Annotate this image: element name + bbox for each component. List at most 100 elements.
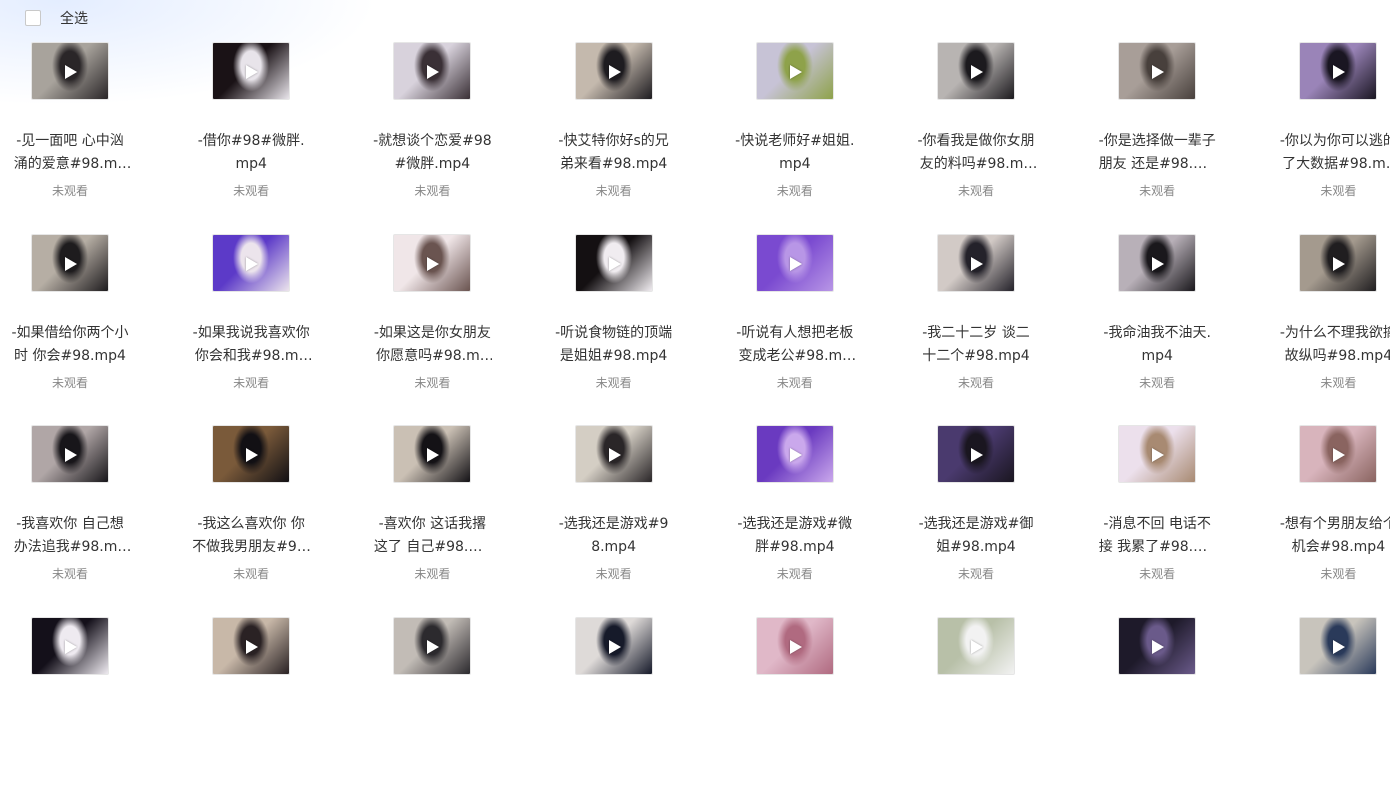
- video-file-item[interactable]: -为什么不理我欲擒故纵吗#98.mp4 未观看: [1268, 233, 1390, 404]
- video-file-name[interactable]: -我这么喜欢你 你不做我男朋友#98.mp4: [191, 513, 311, 559]
- video-file-name[interactable]: -我二十二岁 谈二十二个#98.mp4: [916, 322, 1036, 368]
- video-file-item[interactable]: -你看我是做你女朋友的料吗#98.mp4 未观看: [906, 42, 1046, 212]
- video-thumbnail[interactable]: [212, 425, 291, 483]
- play-icon[interactable]: [427, 256, 440, 271]
- select-all-checkbox[interactable]: [25, 10, 41, 26]
- video-file-item[interactable]: -我二十二岁 谈二十二个#98.mp4 未观看: [906, 233, 1046, 404]
- video-file-name[interactable]: -借你#98#微胖.mp4: [191, 130, 311, 176]
- video-thumbnail[interactable]: [1299, 425, 1378, 483]
- video-file-name[interactable]: -快艾特你好s的兄弟来看#98.mp4: [554, 130, 674, 176]
- video-thumbnail[interactable]: [574, 425, 653, 483]
- video-file-item[interactable]: -喜欢你 这话我撂这了 自己#98.mp4 未观看: [362, 425, 502, 595]
- play-icon[interactable]: [246, 448, 259, 462]
- video-file-item[interactable]: -见一面吧 心中汹涌的爱意#98.mp4 未观看: [0, 42, 140, 212]
- video-file-name[interactable]: -我喜欢你 自己想办法追我#98.mp4: [10, 513, 130, 559]
- video-thumbnail[interactable]: [937, 425, 1015, 483]
- play-icon[interactable]: [608, 256, 621, 271]
- play-icon[interactable]: [246, 65, 259, 79]
- video-file-name[interactable]: -你是选择做一辈子朋友 还是#98.mp4: [1097, 130, 1217, 176]
- video-file-name[interactable]: -消息不回 电话不接 我累了#98.mp4: [1097, 513, 1217, 559]
- video-thumbnail[interactable]: [212, 42, 291, 100]
- video-file-item[interactable]: -如果这是你女朋友你愿意吗#98.mp4 未观看: [362, 233, 502, 404]
- video-thumbnail[interactable]: [31, 425, 109, 483]
- play-icon[interactable]: [789, 65, 802, 79]
- video-file-name[interactable]: -快说老师好#姐姐.mp4: [735, 130, 855, 176]
- video-thumbnail[interactable]: [937, 233, 1015, 292]
- video-thumbnail[interactable]: [755, 425, 834, 483]
- play-icon[interactable]: [971, 65, 983, 79]
- video-file-item[interactable]: [544, 616, 684, 787]
- video-file-item[interactable]: [1087, 616, 1227, 787]
- video-thumbnail[interactable]: [937, 616, 1015, 675]
- video-thumbnail[interactable]: [1118, 616, 1197, 675]
- video-thumbnail[interactable]: [1118, 425, 1197, 483]
- video-thumbnail[interactable]: [1299, 42, 1378, 100]
- video-file-name[interactable]: -选我还是游戏#微胖#98.mp4: [735, 513, 855, 559]
- play-icon[interactable]: [1152, 65, 1165, 79]
- video-file-item[interactable]: -就想谈个恋爱#98#微胖.mp4 未观看: [362, 42, 502, 212]
- play-icon[interactable]: [608, 65, 621, 79]
- video-file-name[interactable]: -如果借给你两个小时 你会#98.mp4: [10, 322, 130, 368]
- video-file-item[interactable]: -如果我说我喜欢你 你会和我#98.mp4 未观看: [181, 233, 321, 404]
- video-file-name[interactable]: -如果这是你女朋友你愿意吗#98.mp4: [372, 322, 492, 368]
- play-icon[interactable]: [1152, 639, 1165, 654]
- video-file-name[interactable]: -见一面吧 心中汹涌的爱意#98.mp4: [10, 130, 130, 176]
- video-file-item[interactable]: -听说食物链的顶端是姐姐#98.mp4 未观看: [544, 233, 684, 404]
- play-icon[interactable]: [608, 448, 621, 462]
- play-icon[interactable]: [1333, 256, 1346, 271]
- play-icon[interactable]: [427, 448, 440, 462]
- video-file-name[interactable]: -选我还是游戏#御姐#98.mp4: [916, 513, 1036, 559]
- video-thumbnail[interactable]: [937, 42, 1015, 100]
- video-file-item[interactable]: -快说老师好#姐姐.mp4 未观看: [725, 42, 865, 212]
- video-thumbnail[interactable]: [1299, 233, 1378, 292]
- play-icon[interactable]: [971, 639, 983, 654]
- video-file-item[interactable]: -快艾特你好s的兄弟来看#98.mp4 未观看: [544, 42, 684, 212]
- video-file-name[interactable]: -想有个男朋友给个机会#98.mp4: [1278, 513, 1390, 559]
- video-thumbnail[interactable]: [393, 233, 472, 292]
- video-file-name[interactable]: -你以为你可以逃的了大数据#98.mp4: [1278, 130, 1390, 176]
- play-icon[interactable]: [65, 256, 77, 271]
- video-file-name[interactable]: -为什么不理我欲擒故纵吗#98.mp4: [1278, 322, 1390, 368]
- play-icon[interactable]: [1152, 448, 1165, 462]
- video-file-name[interactable]: -我命油我不油天.mp4: [1097, 322, 1217, 368]
- play-icon[interactable]: [608, 639, 621, 654]
- video-thumbnail[interactable]: [31, 233, 109, 292]
- video-thumbnail[interactable]: [31, 616, 109, 675]
- video-file-item[interactable]: -听说有人想把老板变成老公#98.mp4 未观看: [725, 233, 865, 404]
- video-file-item[interactable]: -选我还是游戏#微胖#98.mp4 未观看: [725, 425, 865, 595]
- play-icon[interactable]: [1333, 65, 1346, 79]
- play-icon[interactable]: [789, 639, 802, 654]
- video-file-item[interactable]: -消息不回 电话不接 我累了#98.mp4 未观看: [1087, 425, 1227, 595]
- video-file-item[interactable]: [181, 616, 321, 787]
- play-icon[interactable]: [971, 256, 983, 271]
- play-icon[interactable]: [789, 256, 802, 271]
- video-file-item[interactable]: [362, 616, 502, 787]
- play-icon[interactable]: [1152, 256, 1165, 271]
- play-icon[interactable]: [427, 639, 440, 654]
- video-file-name[interactable]: -如果我说我喜欢你 你会和我#98.mp4: [191, 322, 311, 368]
- video-thumbnail[interactable]: [1299, 616, 1378, 675]
- video-thumbnail[interactable]: [393, 42, 472, 100]
- play-icon[interactable]: [1333, 448, 1346, 462]
- video-thumbnail[interactable]: [755, 233, 834, 292]
- video-file-name[interactable]: -听说食物链的顶端是姐姐#98.mp4: [554, 322, 674, 368]
- video-file-item[interactable]: [0, 616, 140, 787]
- video-file-name[interactable]: -喜欢你 这话我撂这了 自己#98.mp4: [372, 513, 492, 559]
- play-icon[interactable]: [789, 448, 802, 462]
- play-icon[interactable]: [65, 448, 77, 462]
- video-file-item[interactable]: -我命油我不油天.mp4 未观看: [1087, 233, 1227, 404]
- video-thumbnail[interactable]: [31, 42, 109, 100]
- select-all-label[interactable]: 全选: [60, 8, 88, 28]
- video-thumbnail[interactable]: [1118, 42, 1197, 100]
- video-file-item[interactable]: [906, 616, 1046, 787]
- play-icon[interactable]: [65, 639, 77, 654]
- video-thumbnail[interactable]: [212, 233, 291, 292]
- video-thumbnail[interactable]: [755, 616, 834, 675]
- video-file-name[interactable]: -你看我是做你女朋友的料吗#98.mp4: [916, 130, 1036, 176]
- video-thumbnail[interactable]: [755, 42, 834, 100]
- video-file-item[interactable]: -我喜欢你 自己想办法追我#98.mp4 未观看: [0, 425, 140, 595]
- video-file-item[interactable]: -选我还是游戏#98.mp4 未观看: [544, 425, 684, 595]
- play-icon[interactable]: [427, 65, 440, 79]
- video-thumbnail[interactable]: [393, 616, 472, 675]
- video-thumbnail[interactable]: [393, 425, 472, 483]
